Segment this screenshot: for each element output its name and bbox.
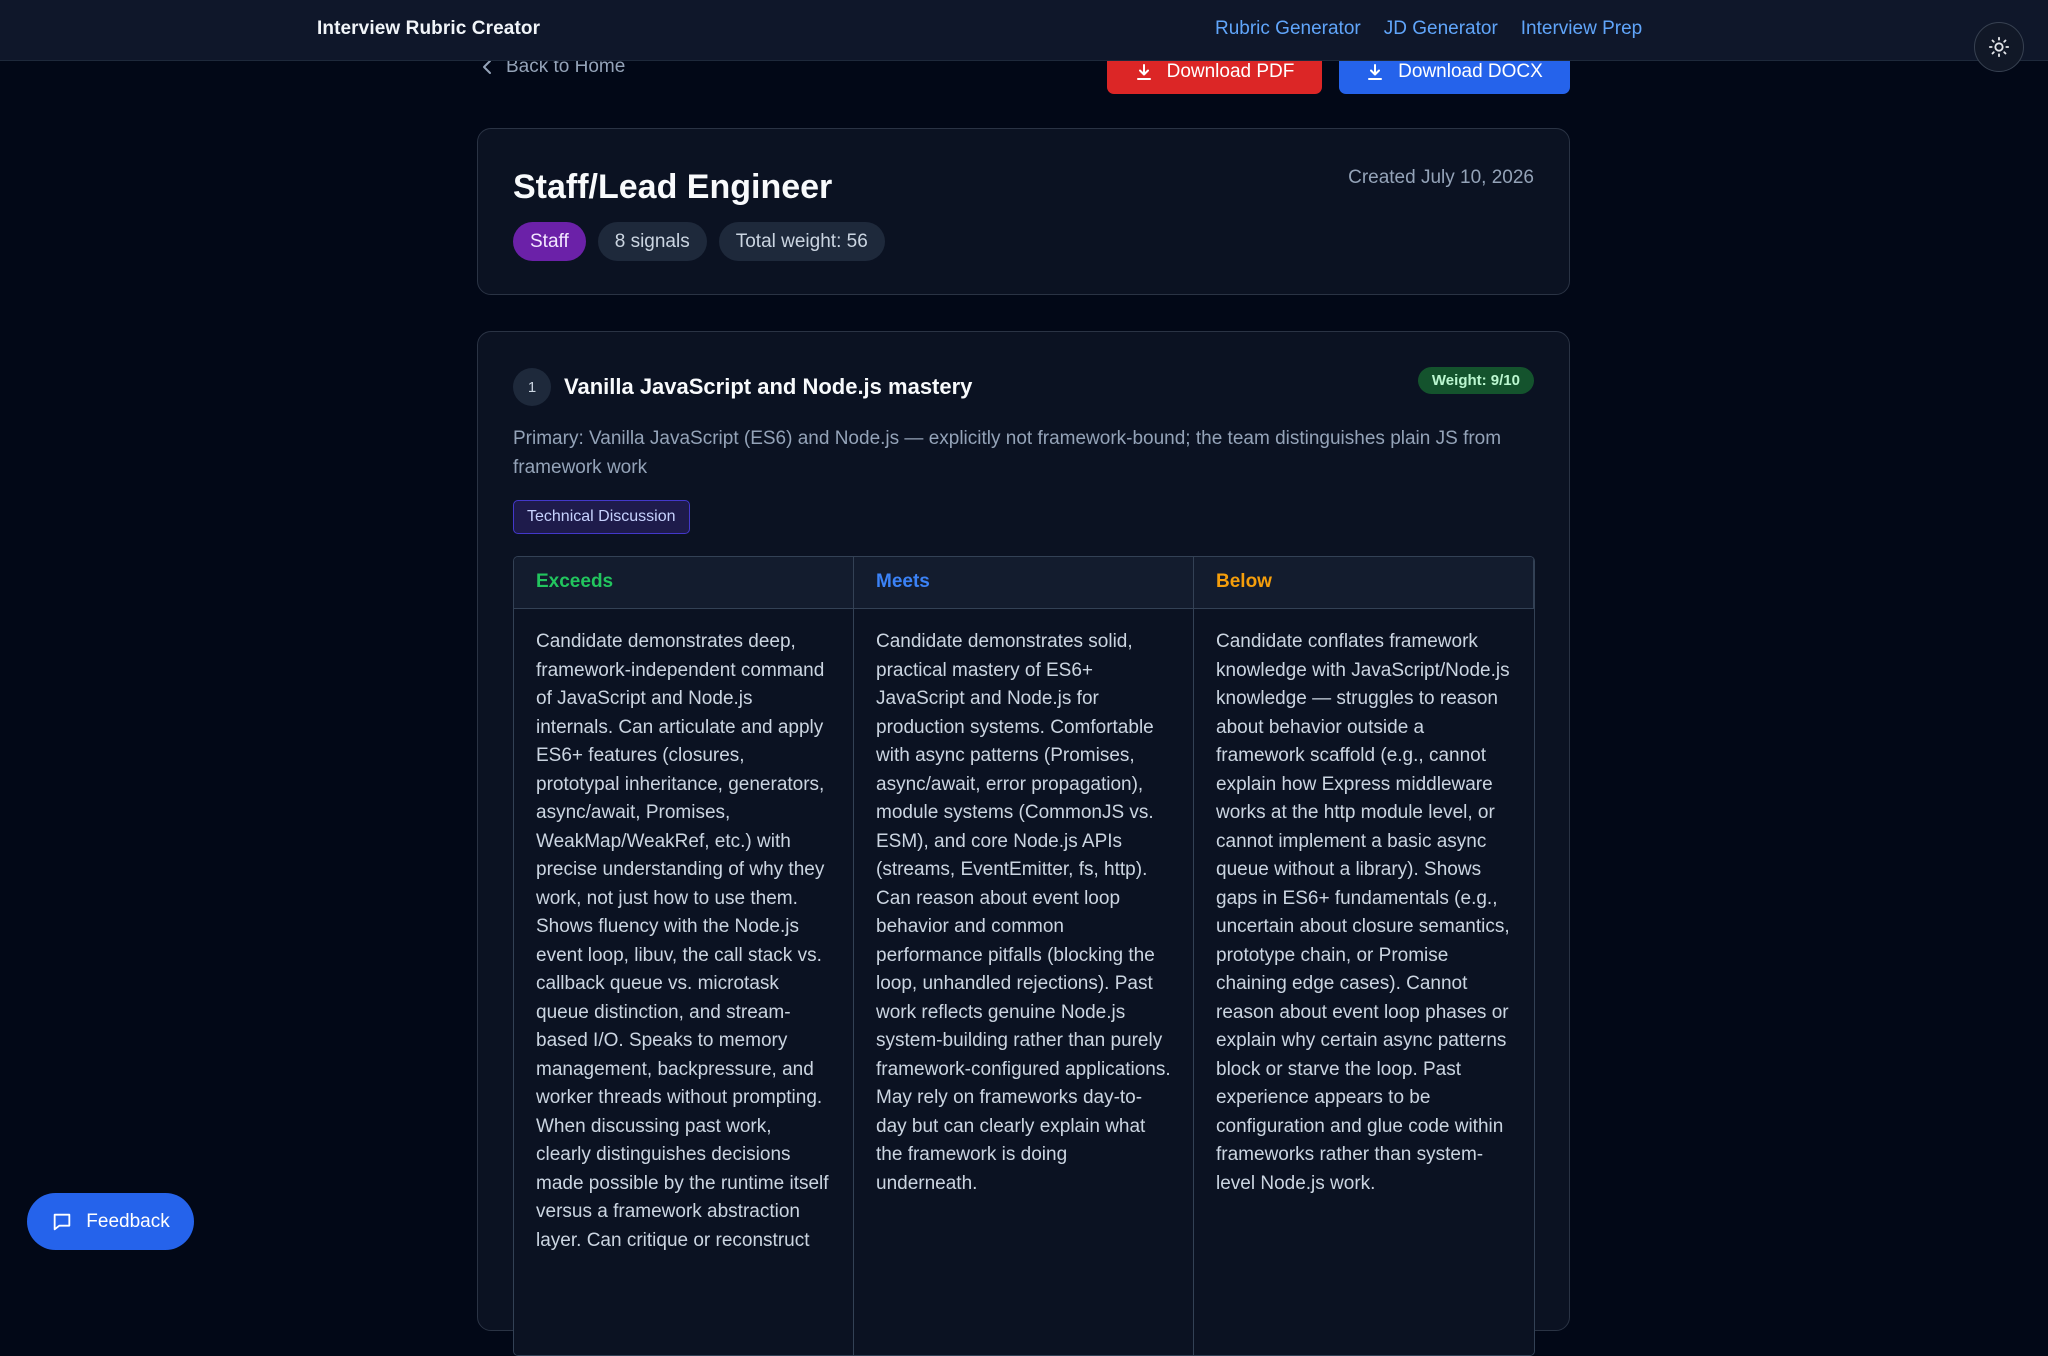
below-criteria: Candidate conflates framework knowledge …: [1194, 609, 1534, 1355]
level-badge: Staff: [513, 222, 586, 261]
theme-toggle-button[interactable]: [1974, 22, 2024, 72]
rubric-levels-table: Exceeds Meets Below Candidate demonstrat…: [513, 556, 1535, 1356]
nav-link-jd-generator[interactable]: JD Generator: [1384, 18, 1498, 40]
column-header-below: Below: [1194, 557, 1534, 609]
signal-description: Primary: Vanilla JavaScript (ES6) and No…: [513, 428, 1502, 478]
page-title: Staff/Lead Engineer: [513, 168, 833, 206]
signals-count-badge: 8 signals: [597, 222, 707, 261]
download-icon: [1136, 64, 1151, 80]
feedback-label: Feedback: [86, 1210, 170, 1232]
chevron-left-icon: [483, 60, 491, 74]
download-icon: [1368, 64, 1383, 80]
interview-type-tag: Technical Discussion: [513, 500, 690, 534]
chat-bubble-icon: [54, 1213, 71, 1230]
sun-icon: [1988, 36, 2010, 58]
signal-number: 1: [513, 368, 551, 406]
signal-title: Vanilla JavaScript and Node.js mastery: [564, 374, 973, 399]
rubric-header-card: Staff/Lead Engineer Created July 10, 202…: [477, 128, 1570, 295]
top-navbar: Interview Rubric Creator Rubric Generato…: [0, 0, 2048, 72]
signal-card: 1 Vanilla JavaScript and Node.js mastery…: [477, 331, 1570, 1356]
created-date: Created July 10, 2026: [1348, 167, 1534, 188]
feedback-button[interactable]: Feedback: [27, 1193, 194, 1250]
download-pdf-label: Download PDF: [1166, 61, 1295, 82]
meets-criteria: Candidate demonstrates solid, practical …: [854, 609, 1194, 1355]
column-header-meets: Meets: [854, 557, 1194, 609]
rubric-badges: Staff 8 signals Total weight: 56: [513, 222, 885, 261]
nav-link-rubric-generator[interactable]: Rubric Generator: [1215, 18, 1361, 40]
exceeds-criteria: Candidate demonstrates deep, framework-i…: [514, 609, 854, 1355]
total-weight-badge: Total weight: 56: [718, 222, 885, 261]
nav-links: Rubric Generator JD Generator Interview …: [1215, 18, 1642, 40]
app-brand[interactable]: Interview Rubric Creator: [317, 18, 540, 40]
download-docx-label: Download DOCX: [1398, 61, 1543, 82]
nav-link-interview-prep[interactable]: Interview Prep: [1521, 18, 1642, 40]
column-header-exceeds: Exceeds: [514, 557, 854, 609]
signal-weight-badge: Weight: 9/10: [1417, 367, 1534, 394]
